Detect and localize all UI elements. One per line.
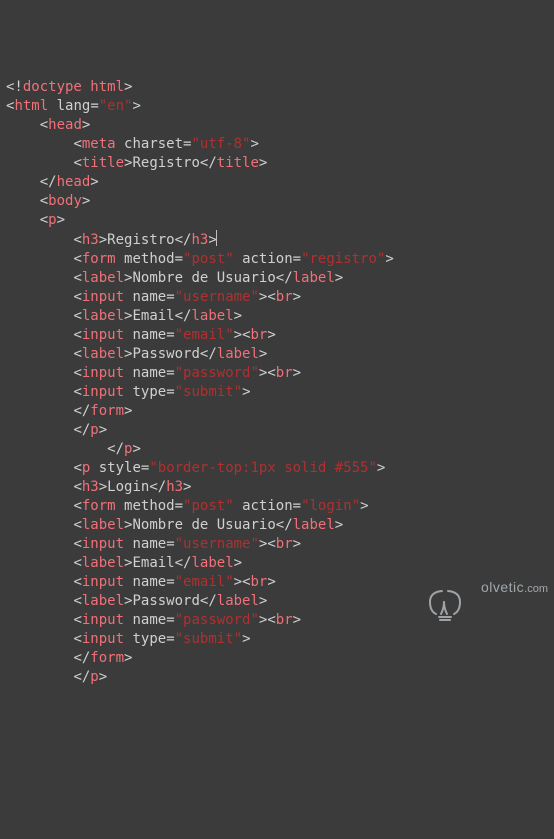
lang-attr: lang — [57, 98, 91, 114]
title-open: title — [82, 155, 124, 171]
p-open: p — [48, 212, 56, 228]
watermark-text: olvetic — [481, 579, 524, 595]
watermark-suffix: .com — [524, 583, 548, 595]
lightbulb-icon — [426, 561, 462, 603]
doctype-tag: doctype html — [23, 79, 124, 95]
body-open: body — [48, 193, 82, 209]
head-close: head — [57, 174, 91, 190]
code-editor[interactable]: <!doctype html> <html lang="en"> <head> … — [6, 78, 548, 687]
lang-val: "en" — [99, 98, 133, 114]
text-cursor — [216, 230, 217, 246]
watermark: olvetic.com — [481, 578, 548, 599]
html-tag: html — [14, 98, 48, 114]
meta-tag: meta — [82, 136, 116, 152]
head-open: head — [48, 117, 82, 133]
